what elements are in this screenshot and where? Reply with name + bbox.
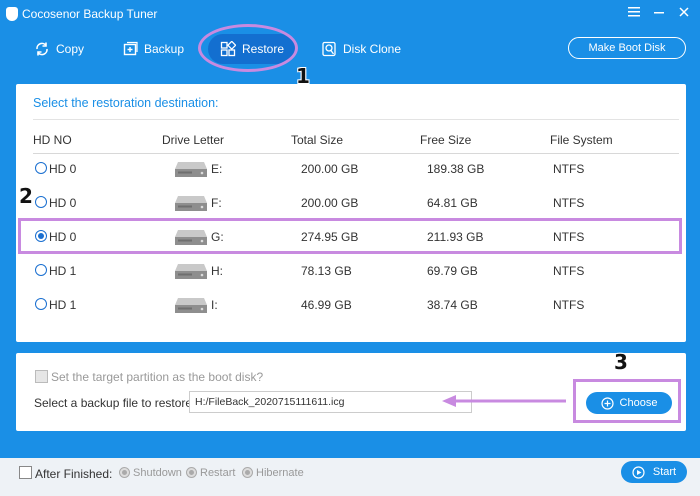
- row-file-system: NTFS: [553, 196, 585, 210]
- column-header-hd-no: HD NO: [33, 133, 72, 147]
- row-file-system: NTFS: [553, 264, 585, 278]
- backup-label: Backup: [144, 42, 185, 56]
- shutdown-label: Shutdown: [133, 467, 182, 479]
- backup-file-path-input[interactable]: H:/FileBack_2020715111611.icg: [189, 391, 472, 413]
- column-header-drive-letter: Drive Letter: [162, 133, 225, 147]
- hamburger-menu-icon[interactable]: [624, 4, 644, 22]
- app-title: Cocosenor Backup Tuner: [22, 7, 158, 21]
- start-label: Start: [652, 466, 677, 478]
- row-free-size: 64.81 GB: [427, 196, 478, 210]
- close-icon[interactable]: [674, 4, 694, 22]
- annotation-arrow-left-icon: [442, 395, 566, 407]
- column-header-free-size: Free Size: [420, 133, 472, 147]
- after-finished-label: After Finished:: [35, 467, 113, 481]
- main-toolbar: Copy Backup Restore Disk Clone Make Boot…: [0, 28, 700, 70]
- row-hd-no: HD 0: [49, 162, 77, 176]
- row-radio[interactable]: [35, 196, 47, 208]
- column-header-file-system: File System: [550, 133, 613, 147]
- make-boot-disk-label: Make Boot Disk: [588, 42, 666, 54]
- sync-icon: [36, 42, 48, 56]
- row-free-size: 69.79 GB: [427, 264, 478, 278]
- row-hd-no: HD 0: [49, 196, 77, 210]
- table-row[interactable]: HD 1 I: 46.99 GB 38.74 GB NTFS: [16, 288, 686, 322]
- panel-divider: [33, 119, 679, 120]
- hard-drive-icon: [175, 162, 207, 177]
- footer-bar: After Finished: Shutdown Restart Hiberna…: [0, 458, 700, 496]
- hard-drive-icon: [175, 298, 207, 313]
- row-hd-no: HD 1: [49, 298, 77, 312]
- app-logo-icon: [6, 7, 18, 21]
- annotation-box-selected-row: [18, 218, 682, 254]
- row-drive-letter: H:: [211, 264, 223, 278]
- hard-drive-icon: [175, 264, 207, 279]
- table-row[interactable]: HD 0 F: 200.00 GB 64.81 GB NTFS: [16, 186, 686, 220]
- row-drive-letter: F:: [211, 196, 222, 210]
- row-total-size: 200.00 GB: [301, 162, 359, 176]
- annotation-number-2: 2: [19, 184, 33, 208]
- table-row[interactable]: HD 0 E: 200.00 GB 189.38 GB NTFS: [16, 152, 686, 186]
- row-file-system: NTFS: [553, 298, 585, 312]
- after-finished-checkbox[interactable]: [19, 466, 32, 479]
- start-button[interactable]: Start: [621, 461, 687, 483]
- row-free-size: 189.38 GB: [427, 162, 485, 176]
- make-boot-disk-button[interactable]: Make Boot Disk: [568, 37, 686, 59]
- disk-clone-label: Disk Clone: [343, 42, 402, 56]
- hard-drive-icon: [175, 196, 207, 211]
- row-radio[interactable]: [35, 264, 47, 276]
- boot-disk-checkbox-label: Set the target partition as the boot dis…: [51, 370, 264, 384]
- row-total-size: 200.00 GB: [301, 196, 359, 210]
- backup-icon: [123, 41, 138, 56]
- row-free-size: 38.74 GB: [427, 298, 478, 312]
- row-file-system: NTFS: [553, 162, 585, 176]
- copy-button[interactable]: Copy: [34, 34, 84, 64]
- hibernate-radio[interactable]: [242, 467, 253, 478]
- backup-button[interactable]: Backup: [122, 34, 184, 64]
- row-radio[interactable]: [35, 162, 47, 174]
- table-row[interactable]: HD 1 H: 78.13 GB 69.79 GB NTFS: [16, 254, 686, 288]
- row-hd-no: HD 1: [49, 264, 77, 278]
- panel-title: Select the restoration destination:: [33, 96, 219, 110]
- minimize-icon[interactable]: [649, 4, 669, 22]
- row-total-size: 78.13 GB: [301, 264, 352, 278]
- restart-label: Restart: [200, 467, 236, 479]
- column-header-total-size: Total Size: [291, 133, 344, 147]
- copy-label: Copy: [56, 42, 85, 56]
- shutdown-radio[interactable]: [119, 467, 130, 478]
- boot-disk-checkbox[interactable]: [35, 370, 48, 383]
- row-drive-letter: E:: [211, 162, 223, 176]
- restart-radio[interactable]: [186, 467, 197, 478]
- title-bar: Cocosenor Backup Tuner: [0, 0, 700, 28]
- annotation-box-choose: [573, 379, 681, 423]
- disk-clone-button[interactable]: Disk Clone: [321, 34, 401, 64]
- backup-file-label: Select a backup file to restore:: [34, 396, 196, 410]
- row-total-size: 46.99 GB: [301, 298, 352, 312]
- restore-destination-panel: Select the restoration destination: HD N…: [16, 84, 686, 342]
- hibernate-label: Hibernate: [256, 467, 304, 479]
- annotation-number-3: 3: [614, 350, 628, 374]
- row-drive-letter: I:: [211, 298, 218, 312]
- row-radio[interactable]: [35, 298, 47, 310]
- play-circle-icon: [632, 465, 645, 479]
- disk-clone-icon: [322, 41, 336, 57]
- annotation-ellipse-restore: [198, 24, 298, 72]
